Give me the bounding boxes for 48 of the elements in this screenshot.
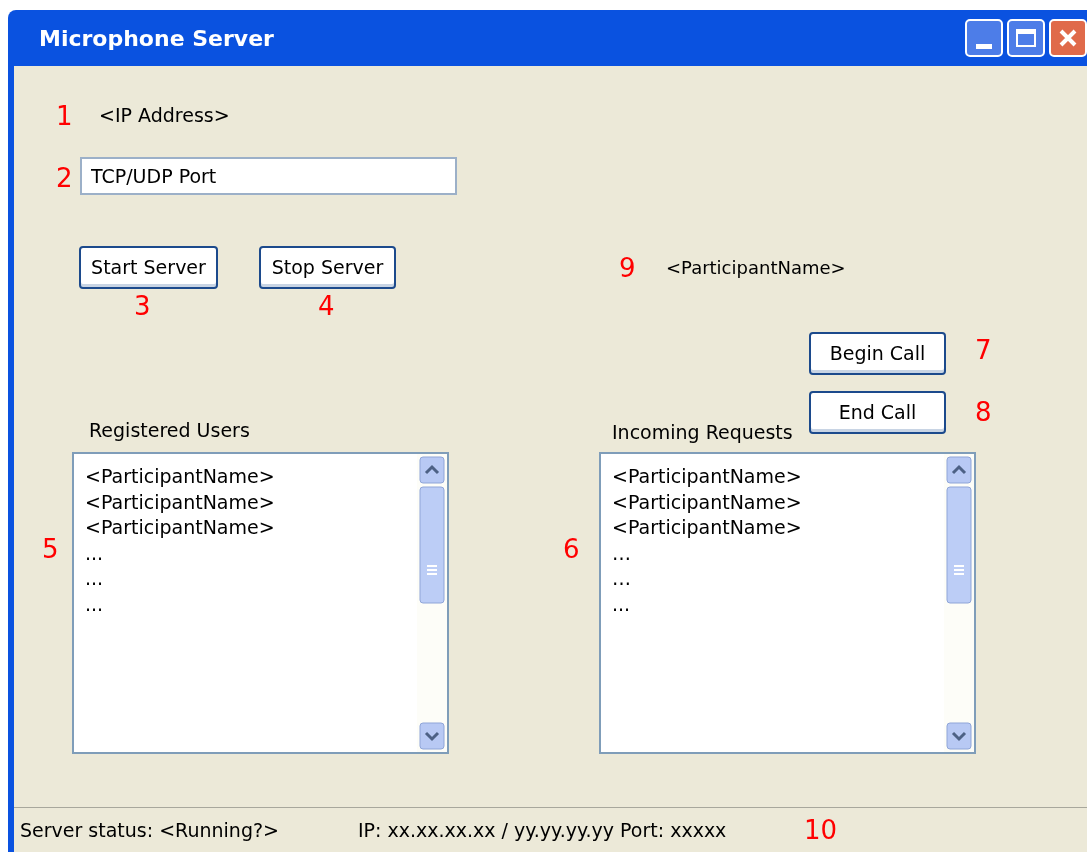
action-button[interactable]: End Call — [809, 391, 946, 434]
list-title: Registered Users — [89, 418, 250, 443]
close-button[interactable] — [1049, 19, 1087, 57]
list-item[interactable]: … — [612, 540, 944, 566]
list-item[interactable]: <ParticipantName> — [85, 515, 417, 541]
scrollbar[interactable] — [417, 454, 447, 752]
list-item[interactable]: <ParticipantName> — [612, 489, 944, 515]
list-item[interactable]: ... — [85, 540, 417, 566]
scroll-up-icon[interactable] — [946, 456, 972, 484]
annotation-number: 1 — [56, 100, 73, 132]
port-input-field[interactable]: TCP/UDP Port — [80, 157, 457, 195]
scroll-thumb-icon[interactable] — [946, 486, 972, 604]
annotation-number: 6 — [563, 533, 580, 565]
scroll-down-icon[interactable] — [419, 722, 445, 750]
minimize-button[interactable] — [965, 19, 1003, 57]
annotation-number: 5 — [42, 533, 59, 565]
list-item[interactable]: ... — [85, 566, 417, 592]
list-item[interactable]: <ParticipantName> — [612, 464, 944, 490]
action-button[interactable]: Begin Call — [809, 332, 946, 375]
action-button[interactable]: Start Server — [79, 246, 218, 289]
annotation-number: 9 — [619, 252, 636, 284]
list-item[interactable]: <ParticipantName> — [85, 464, 417, 490]
list-item[interactable]: … — [612, 566, 944, 592]
participant-name-label: <ParticipantName> — [666, 256, 846, 280]
annotation-number: 4 — [318, 290, 335, 322]
list-item[interactable]: ... — [85, 591, 417, 617]
list-item[interactable]: <ParticipantName> — [85, 489, 417, 515]
annotation-number: 7 — [975, 334, 992, 366]
annotation-number: 10 — [804, 813, 838, 847]
scroll-up-icon[interactable] — [419, 456, 445, 484]
annotation-number: 2 — [56, 162, 73, 194]
server-address-text: IP: xx.xx.xx.xx / yy.yy.yy.yy Port: xxxxx — [358, 817, 728, 843]
list-item[interactable]: ... — [612, 591, 944, 617]
server-status-text: Server status: <Running?> — [20, 817, 280, 843]
maximize-icon — [1016, 29, 1036, 47]
annotation-number: 8 — [975, 396, 992, 428]
minimize-icon — [976, 44, 992, 49]
ip-address-label: <IP Address> — [99, 103, 230, 128]
window-title: Microphone Server — [39, 24, 274, 53]
close-icon — [1058, 28, 1078, 48]
scroll-thumb-icon[interactable] — [419, 486, 445, 604]
annotation-number: 3 — [134, 290, 151, 322]
scrollbar[interactable] — [944, 454, 974, 752]
list-title: Incoming Requests — [612, 420, 793, 445]
maximize-button[interactable] — [1007, 19, 1045, 57]
scroll-down-icon[interactable] — [946, 722, 972, 750]
list-item[interactable]: <ParticipantName> — [612, 515, 944, 541]
action-button[interactable]: Stop Server — [259, 246, 396, 289]
